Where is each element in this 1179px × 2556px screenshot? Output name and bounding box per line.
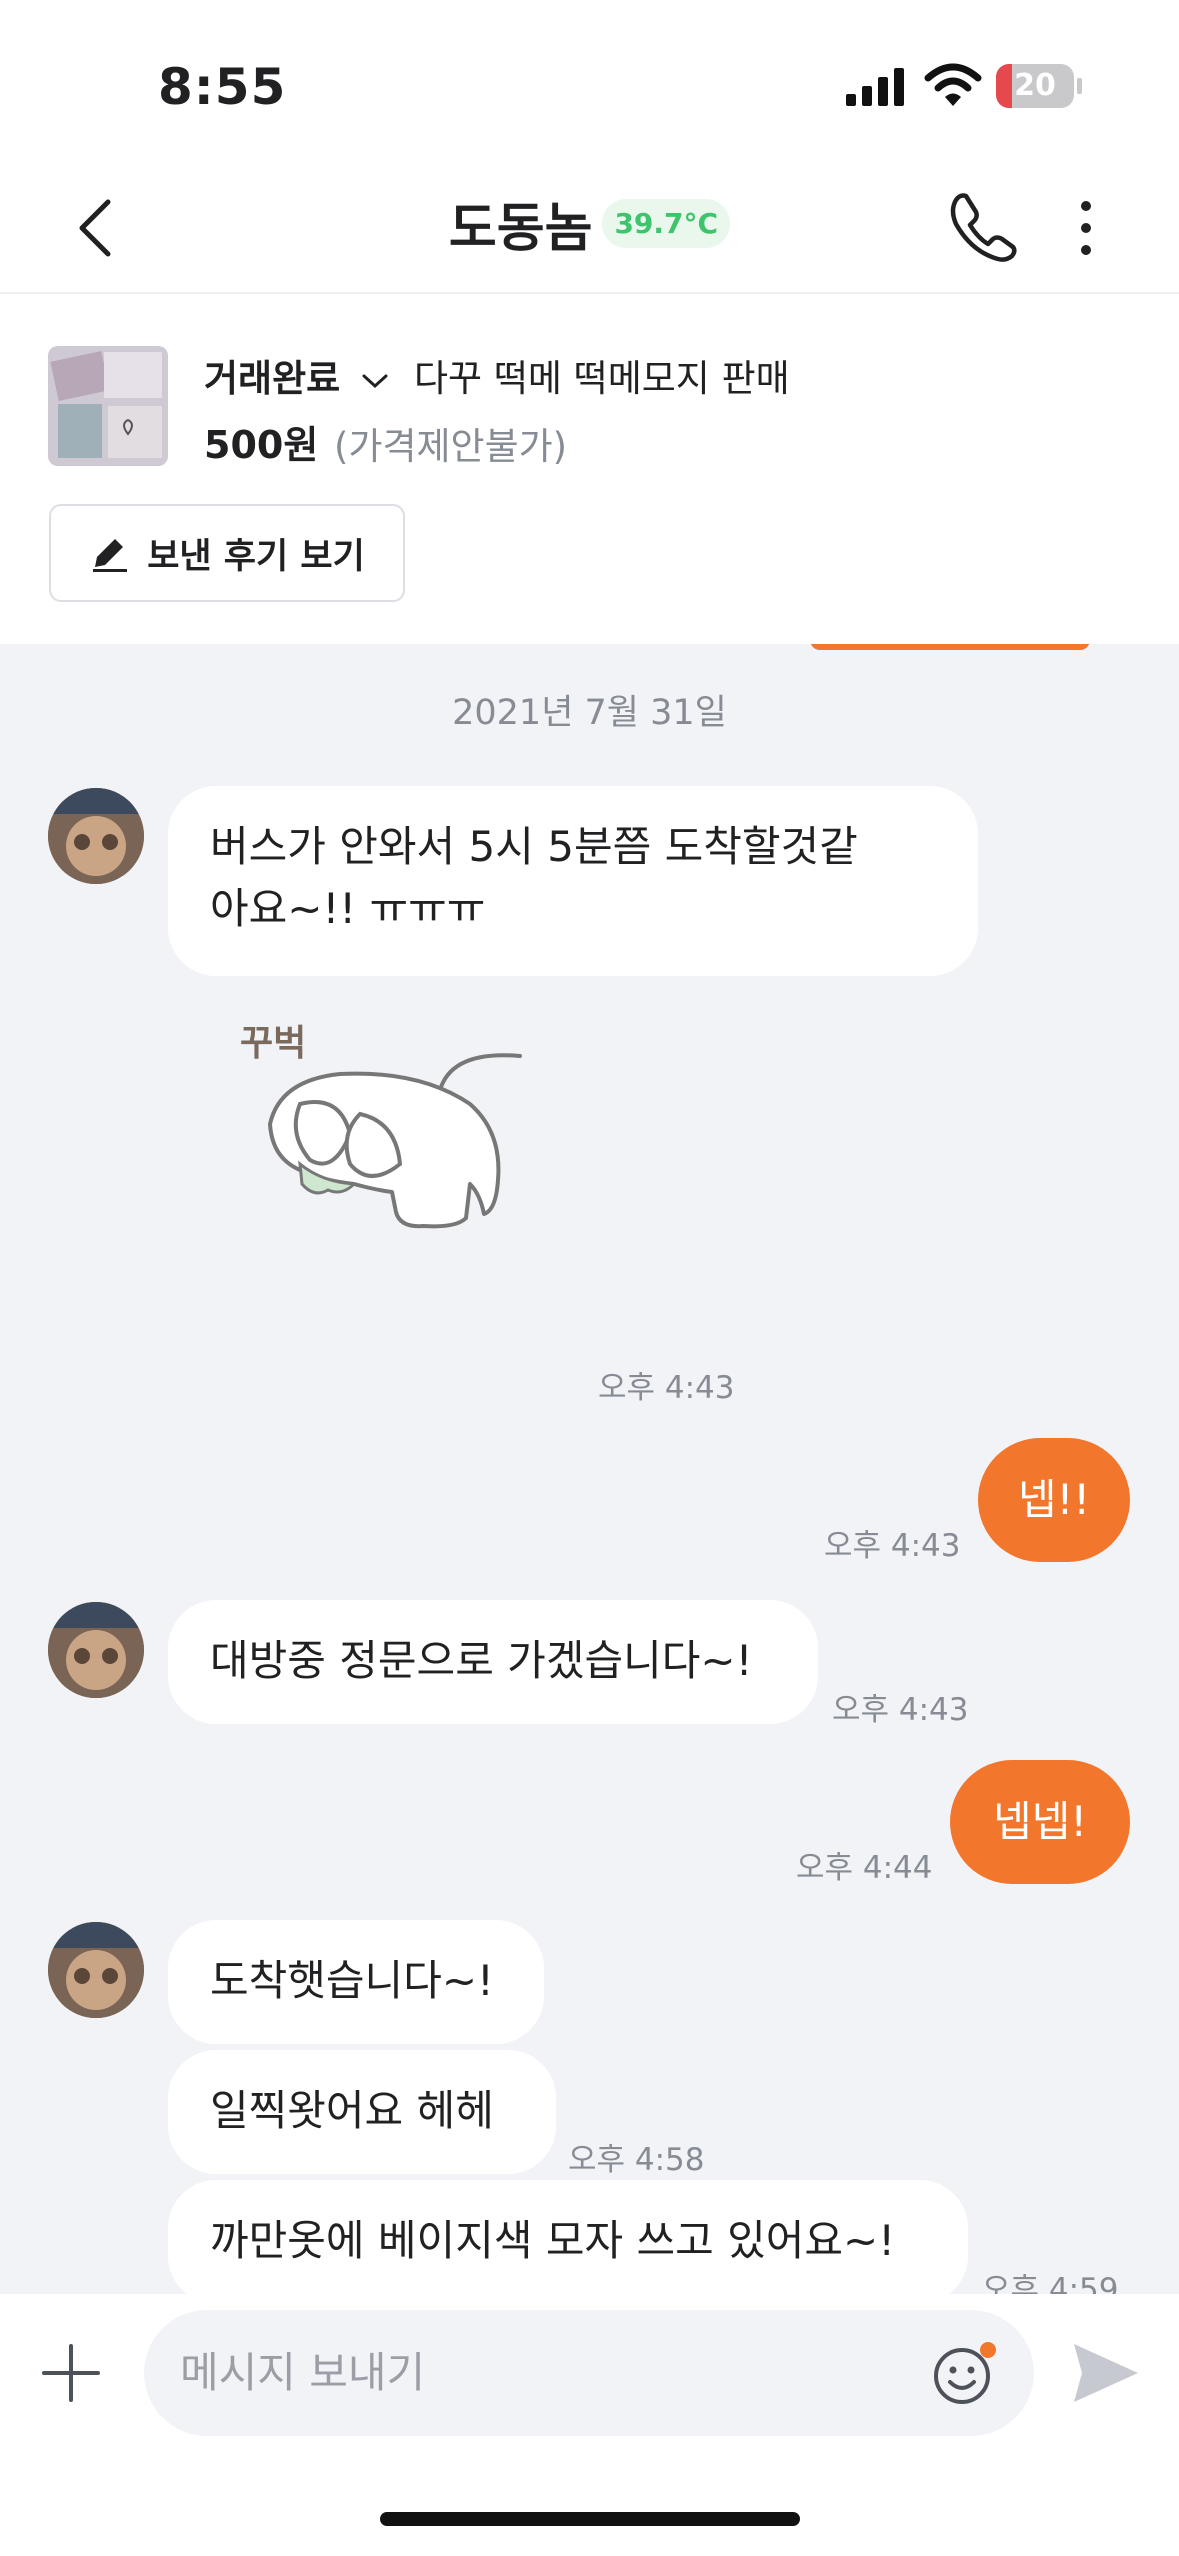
message-timestamp: 오후 4:58 [568, 2142, 705, 2178]
plus-icon[interactable] [40, 2342, 102, 2404]
emoji-icon[interactable] [930, 2338, 1000, 2408]
pencil-icon [93, 539, 128, 572]
battery-icon: 20 [996, 64, 1074, 108]
message-bubble[interactable]: 넵!! [978, 1438, 1130, 1562]
phone-icon[interactable] [948, 190, 1018, 262]
header-divider [0, 292, 1179, 294]
product-title[interactable]: 다꾸 떡메 떡메모지 판매 [414, 348, 790, 402]
product-thumbnail[interactable] [48, 346, 168, 466]
sticker-image[interactable]: 꾸벅 [230, 1014, 550, 1244]
message-text-line: 버스가 안와서 5시 5분쯤 도착할것같 [210, 822, 858, 871]
message-bubble[interactable]: 까만옷에 베이지색 모자 쓰고 있어요~! [168, 2180, 968, 2294]
message-bubble[interactable]: 버스가 안와서 5시 5분쯤 도착할것같 아요~!! ㅠㅠㅠ [168, 786, 978, 976]
partner-name[interactable]: 도동놈 [449, 199, 593, 259]
chat-area[interactable]: 2021년 7월 31일 버스가 안와서 5시 5분쯤 도착할것같 아요~!! … [0, 644, 1179, 2294]
cellular-signal-icon [846, 68, 904, 106]
message-bubble[interactable]: 대방중 정문으로 가겠습니다~! [168, 1600, 818, 1724]
battery-tip [1077, 78, 1082, 94]
message-timestamp: 오후 4:44 [796, 1850, 933, 1886]
battery-level: 20 [1014, 68, 1056, 103]
message-bubble[interactable]: 도착햇습니다~! [168, 1920, 544, 2044]
view-sent-review-button[interactable]: 보낸 후기 보기 [49, 504, 405, 602]
message-bubble[interactable]: 일찍왓어요 헤헤 [168, 2050, 556, 2174]
date-separator: 2021년 7월 31일 [452, 693, 727, 733]
previous-message-bubble [810, 644, 1090, 650]
more-options-icon[interactable] [1074, 200, 1098, 256]
manner-temperature-badge: 39.7°C [602, 199, 731, 248]
home-indicator [380, 2512, 800, 2526]
chevron-down-icon [362, 374, 388, 388]
message-timestamp: 오후 4:43 [598, 1370, 735, 1406]
status-time: 8:55 [158, 58, 287, 116]
avatar[interactable] [48, 1922, 144, 2018]
message-timestamp: 오후 4:43 [832, 1692, 969, 1728]
message-text-line: 아요~!! ㅠㅠㅠ [210, 884, 486, 933]
trade-status[interactable]: 거래완료 [204, 348, 389, 402]
price-negotiation-note: (가격제안불가) [334, 425, 568, 468]
product-price: 500원 [204, 423, 319, 467]
avatar[interactable] [48, 1602, 144, 1698]
message-timestamp: 오후 4:59 [982, 2272, 1119, 2294]
send-icon[interactable] [1070, 2340, 1142, 2406]
wifi-icon [924, 63, 982, 106]
message-input[interactable]: 메시지 보내기 [144, 2310, 1034, 2436]
message-timestamp: 오후 4:43 [824, 1528, 961, 1564]
message-bubble[interactable]: 넵넵! [950, 1760, 1130, 1884]
view-sent-review-label: 보낸 후기 보기 [147, 536, 365, 577]
avatar[interactable] [48, 788, 144, 884]
trade-status-label: 거래완료 [204, 357, 341, 400]
